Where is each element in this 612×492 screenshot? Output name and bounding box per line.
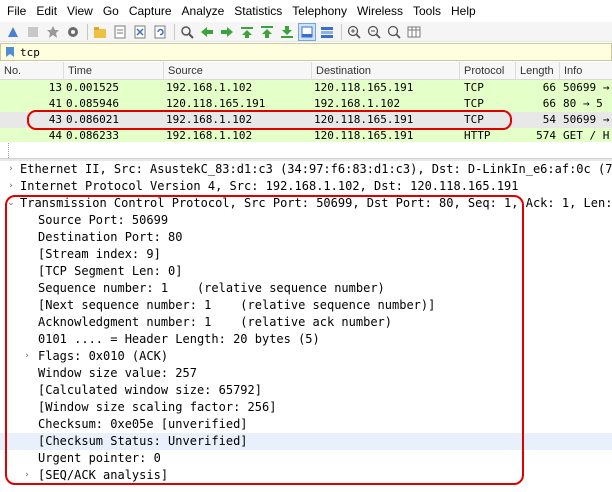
menu-go[interactable]: Go [98, 0, 124, 22]
packet-row[interactable]: 13 0.001525 192.168.1.102 120.118.165.19… [0, 80, 612, 96]
annotation-highlight-packet [27, 110, 512, 130]
resize-columns-icon[interactable] [405, 23, 423, 41]
packet-length: 66 [542, 81, 556, 94]
tree-item-ip[interactable]: › Internet Protocol Version 4, Src: 192.… [0, 178, 612, 195]
menu-help[interactable]: Help [446, 0, 481, 22]
packet-info: GET / H [563, 129, 610, 142]
packet-destination: 120.118.165.191 [314, 81, 414, 94]
menu-analyze[interactable]: Analyze [177, 0, 230, 22]
packet-destination: 120.118.165.191 [314, 129, 414, 142]
restart-capture-icon[interactable] [44, 23, 62, 41]
packet-no: 44 [48, 129, 62, 142]
go-to-first-packet-icon[interactable] [258, 23, 276, 41]
menu-tools[interactable]: Tools [408, 0, 446, 22]
packet-info: 50699 → [563, 113, 610, 126]
go-back-icon[interactable] [198, 23, 216, 41]
go-forward-icon[interactable] [218, 23, 236, 41]
zoom-out-icon[interactable] [365, 23, 383, 41]
toolbar-separator [174, 23, 175, 40]
colorize-icon[interactable] [318, 23, 336, 41]
annotation-highlight-tcp-details [5, 195, 524, 485]
menu-view[interactable]: View [62, 0, 98, 22]
packet-source: 192.168.1.102 [166, 129, 253, 142]
close-file-icon[interactable] [131, 23, 149, 41]
menu-bar: File Edit View Go Capture Analyze Statis… [0, 0, 612, 22]
packet-row[interactable]: 44 0.086233 192.168.1.102 120.118.165.19… [0, 128, 612, 142]
packet-protocol: HTTP [464, 129, 491, 142]
menu-telephony[interactable]: Telephony [287, 0, 352, 22]
display-filter-bar [0, 43, 612, 61]
menu-file[interactable]: File [2, 0, 31, 22]
packet-length: 574 [536, 129, 556, 142]
go-to-packet-icon[interactable] [238, 23, 256, 41]
capture-options-icon[interactable] [64, 23, 82, 41]
packet-length: 54 [542, 113, 556, 126]
menu-statistics[interactable]: Statistics [229, 0, 287, 22]
find-packet-icon[interactable] [178, 23, 196, 41]
display-filter-input[interactable] [18, 44, 578, 60]
zoom-normal-icon[interactable] [385, 23, 403, 41]
packet-source: 192.168.1.102 [166, 81, 253, 94]
toolbar-separator [341, 23, 342, 40]
column-header-protocol[interactable]: Protocol [460, 62, 516, 80]
column-header-time[interactable]: Time [64, 62, 164, 80]
packet-info: 80 → 5 [563, 97, 603, 110]
auto-scroll-icon[interactable] [298, 22, 316, 41]
menu-wireless[interactable]: Wireless [352, 0, 408, 22]
expand-arrow-icon[interactable]: › [6, 161, 16, 178]
column-header-source[interactable]: Source [164, 62, 312, 80]
column-header-length[interactable]: Length [516, 62, 560, 80]
go-to-last-packet-icon[interactable] [278, 23, 296, 41]
column-header-info[interactable]: Info [560, 62, 612, 80]
reload-file-icon[interactable] [151, 23, 169, 41]
menu-capture[interactable]: Capture [124, 0, 177, 22]
filter-bookmark-icon[interactable] [2, 44, 18, 60]
packet-no: 13 [48, 81, 62, 94]
zoom-in-icon[interactable] [345, 23, 363, 41]
packet-time: 0.086233 [66, 129, 119, 142]
packet-protocol: TCP [464, 81, 484, 94]
menu-edit[interactable]: Edit [31, 0, 62, 22]
tree-item-ethernet[interactable]: › Ethernet II, Src: AsustekC_83:d1:c3 (3… [0, 161, 612, 178]
packet-list-header: No. Time Source Destination Protocol Len… [0, 62, 612, 80]
stop-capture-icon[interactable] [24, 23, 42, 41]
packet-length: 66 [542, 97, 556, 110]
open-file-icon[interactable] [91, 23, 109, 41]
main-toolbar [0, 22, 612, 42]
column-header-no[interactable]: No. [0, 62, 64, 80]
tree-item-label: Internet Protocol Version 4, Src: 192.16… [20, 179, 519, 193]
tree-item-label: Ethernet II, Src: AsustekC_83:d1:c3 (34:… [20, 162, 612, 176]
packet-time: 0.001525 [66, 81, 119, 94]
shark-fin-start-icon[interactable] [4, 23, 22, 41]
expand-arrow-icon[interactable]: › [6, 178, 16, 195]
toolbar-separator [87, 23, 88, 40]
packet-info: 50699 → [563, 81, 610, 94]
save-file-icon[interactable] [111, 23, 129, 41]
column-header-destination[interactable]: Destination [312, 62, 460, 80]
